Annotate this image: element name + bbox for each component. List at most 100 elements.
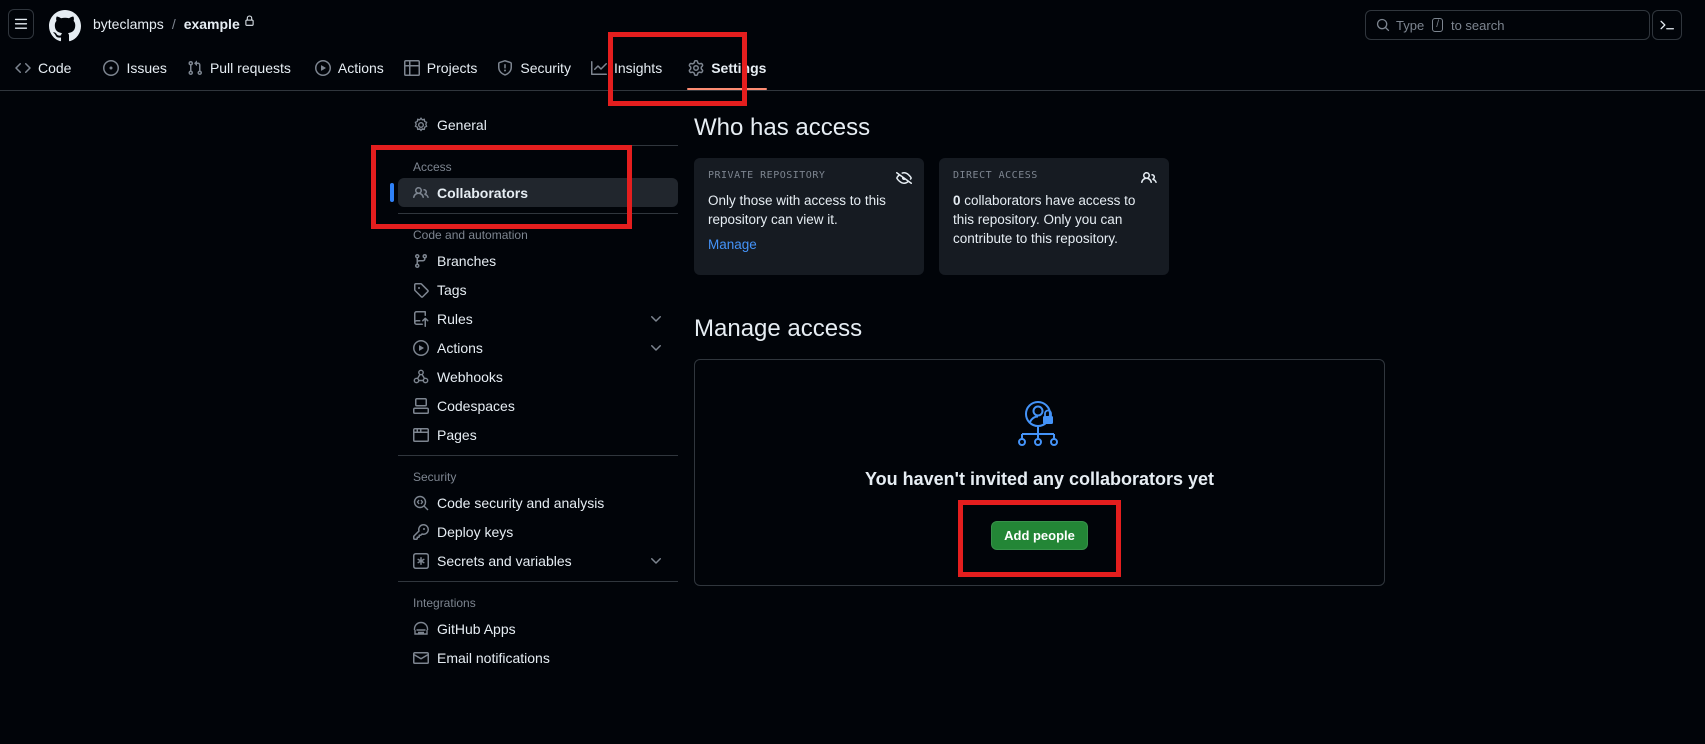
tab-projects[interactable]: Projects [395, 54, 487, 82]
sidebar-divider [398, 455, 678, 456]
sidebar-item-email-notifications[interactable]: Email notifications [398, 643, 678, 672]
sidebar-item-secrets[interactable]: Secrets and variables [398, 546, 678, 575]
key-asterisk-icon [413, 552, 429, 569]
sidebar-divider [398, 145, 678, 146]
table-icon [403, 60, 420, 76]
manage-access-box: You haven't invited any collaborators ye… [694, 359, 1385, 586]
sidebar-item-codespaces[interactable]: Codespaces [398, 391, 678, 420]
add-people-button[interactable]: Add people [991, 521, 1088, 550]
lock-icon [245, 15, 254, 26]
hamburger-menu-button[interactable] [8, 9, 34, 39]
direct-access-card: DIRECT ACCESS 0 collaborators have acces… [939, 158, 1169, 275]
search-placeholder-prefix: Type [1396, 17, 1425, 33]
sidebar-label: Branches [437, 252, 497, 269]
mail-icon [413, 651, 429, 664]
tab-label: Insights [613, 60, 663, 76]
sidebar-item-deploy-keys[interactable]: Deploy keys [398, 517, 678, 546]
people-icon [1141, 171, 1157, 184]
sidebar-label: Code security and analysis [437, 494, 605, 511]
tab-pull-requests[interactable]: Pull requests [178, 54, 300, 82]
person-lock-icon [1018, 401, 1058, 446]
sidebar-item-webhooks[interactable]: Webhooks [398, 362, 678, 391]
sidebar-label: Collaborators [437, 184, 529, 201]
card-label: DIRECT ACCESS [953, 170, 1038, 181]
tab-label: Projects [426, 60, 478, 76]
chevron-down-icon[interactable] [648, 340, 664, 356]
sidebar-item-rules[interactable]: Rules [398, 304, 678, 333]
hubot-icon [413, 621, 429, 635]
sidebar-item-branches[interactable]: Branches [398, 246, 678, 275]
tab-label: Settings [711, 60, 767, 76]
tag-icon [414, 282, 429, 298]
tab-issues[interactable]: Issues [94, 54, 175, 82]
eye-closed-icon [896, 172, 912, 185]
manage-link[interactable]: Manage [708, 237, 757, 252]
card-body: 0 collaborators have access to this repo… [953, 191, 1155, 248]
chevron-down-icon[interactable] [648, 553, 664, 569]
sidebar-item-pages[interactable]: Pages [398, 420, 678, 449]
search-placeholder-suffix: to search [1450, 17, 1505, 33]
sidebar-heading-access: Access [413, 160, 452, 174]
who-has-access-title: Who has access [694, 114, 871, 141]
tab-label: Security [520, 60, 571, 76]
search-input[interactable]: Type / to search [1365, 10, 1650, 40]
tab-actions[interactable]: Actions [306, 54, 393, 82]
card-body-text: collaborators have access to this reposi… [953, 193, 1136, 246]
empty-state-title: You haven't invited any collaborators ye… [864, 469, 1215, 489]
github-logo-icon[interactable] [49, 10, 81, 42]
codespaces-icon [413, 397, 429, 414]
search-shortcut-key: / [1432, 18, 1443, 32]
sidebar-item-general[interactable]: General [398, 110, 678, 139]
card-label: PRIVATE REPOSITORY [708, 170, 826, 181]
chevron-down-icon[interactable] [648, 311, 664, 327]
tab-security[interactable]: Security [488, 54, 580, 82]
sidebar-label: Rules [437, 310, 473, 327]
breadcrumb-owner-link[interactable]: byteclamps [93, 16, 164, 32]
tab-insights[interactable]: Insights [582, 54, 671, 82]
breadcrumb: byteclamps / example [93, 15, 255, 32]
sidebar-item-collaborators[interactable]: Collaborators [390, 178, 678, 207]
sidebar-label: GitHub Apps [437, 620, 516, 637]
tab-code[interactable]: Code [6, 54, 80, 82]
gear-icon [688, 60, 704, 76]
sidebar-label: Codespaces [437, 397, 515, 414]
sidebar-divider [398, 213, 678, 214]
sidebar-label: Pages [437, 426, 477, 443]
manage-access-title: Manage access [694, 315, 863, 342]
sidebar-label: Email notifications [437, 649, 550, 666]
webhook-icon [413, 369, 429, 383]
graph-icon [590, 61, 607, 75]
collaborator-count: 0 [953, 193, 961, 208]
sidebar-label: Webhooks [437, 368, 503, 385]
sidebar-heading-integrations: Integrations [413, 596, 476, 610]
git-pull-request-icon [188, 60, 202, 76]
breadcrumb-repo-link[interactable]: example [184, 16, 240, 32]
code-icon [15, 62, 31, 74]
card-body: Only those with access to this repositor… [708, 193, 886, 227]
sidebar-heading-code-automation: Code and automation [413, 228, 528, 242]
sidebar-heading-security: Security [413, 470, 457, 484]
gear-icon [414, 116, 428, 131]
breadcrumb-separator: / [171, 16, 176, 32]
tab-settings[interactable]: Settings [679, 54, 775, 90]
tab-label: Code [38, 60, 72, 76]
command-palette-button[interactable] [1652, 10, 1682, 40]
sidebar-label: Deploy keys [437, 523, 514, 540]
sidebar-label: Tags [437, 281, 467, 298]
key-icon [413, 523, 429, 540]
sidebar-label: Actions [437, 339, 483, 356]
sidebar-item-tags[interactable]: Tags [398, 275, 678, 304]
sidebar-item-actions[interactable]: Actions [398, 333, 678, 362]
sidebar-item-github-apps[interactable]: GitHub Apps [398, 614, 678, 643]
sidebar-divider [398, 581, 678, 582]
settings-sidebar: General Access Collaborators Code and au… [390, 110, 678, 672]
sidebar-label: General [437, 116, 487, 133]
codescan-icon [413, 495, 429, 510]
play-icon [413, 339, 429, 356]
repo-push-icon [414, 310, 429, 327]
hamburger-icon [14, 18, 28, 29]
sidebar-item-code-security[interactable]: Code security and analysis [398, 488, 678, 517]
tab-label: Pull requests [209, 60, 291, 76]
git-branch-icon [414, 253, 427, 268]
private-repository-card: PRIVATE REPOSITORY Only those with acces… [694, 158, 924, 275]
